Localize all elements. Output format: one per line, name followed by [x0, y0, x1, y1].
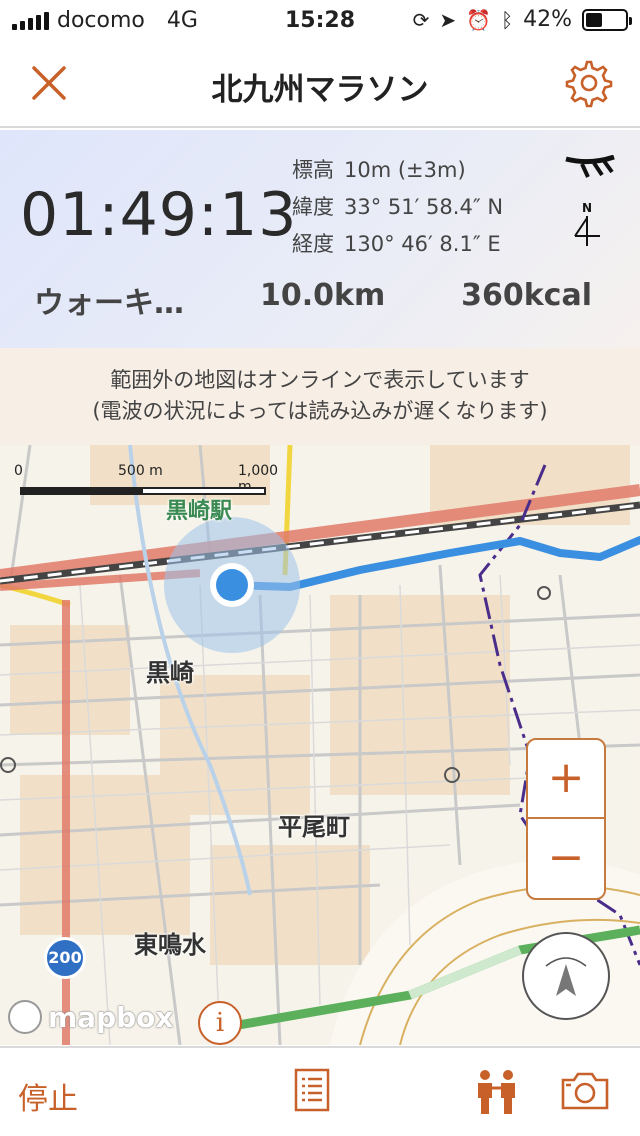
elapsed-time: 01:49:13	[20, 180, 298, 250]
people-icon[interactable]	[472, 1068, 522, 1116]
camera-icon[interactable]	[560, 1068, 610, 1112]
activity-type[interactable]: ウォーキ…	[34, 278, 184, 322]
page-title: 北九州マラソン	[211, 72, 429, 108]
zoom-in-button[interactable]: +	[528, 740, 604, 819]
rotation-lock-icon: ⟳	[412, 7, 430, 32]
latitude-value: 33° 51′ 58.4″ N	[344, 195, 504, 219]
offline-map-notice: 範囲外の地図はオンラインで表示しています (電波の状況によっては読み込みが遅くな…	[0, 348, 640, 445]
battery-percent: 42%	[523, 7, 572, 32]
mapbox-attribution[interactable]: mapbox	[8, 1000, 173, 1034]
longitude-label: 経度	[292, 232, 334, 256]
zoom-control: + −	[526, 738, 606, 900]
distance-value: 10.0km	[260, 278, 386, 313]
place-label-hiraomachi: 平尾町	[278, 813, 350, 841]
notice-line-2: (電波の状況によっては読み込みが遅くなります)	[92, 399, 548, 423]
compass-needle-icon	[545, 957, 587, 996]
bottom-toolbar: 停止	[0, 1046, 640, 1136]
tracking-info-panel: 01:49:13 標高 10m (±3m) 緯度 33° 51′ 58.4″ N 経…	[0, 130, 640, 348]
status-bar: docomo 4G 15:28 ⟳ ➤ ⏰ ᛒ 42%	[0, 0, 640, 40]
calories-value: 360kcal	[461, 278, 592, 313]
mapbox-logo-icon	[8, 1000, 42, 1034]
map-info-button[interactable]: i	[198, 1001, 242, 1045]
battery-icon	[582, 8, 632, 31]
gear-icon[interactable]	[564, 58, 614, 108]
route-number-badge: 200	[44, 937, 86, 979]
stats-row: ウォーキ… 10.0km 360kcal	[0, 278, 640, 328]
nav-bar: 北九州マラソン	[0, 40, 640, 128]
map-view[interactable]: 0 500 m 1,000 m 黒崎駅 黒崎 平尾町 東鳴水 200 + − m…	[0, 445, 640, 1045]
geo-readout: 標高 10m (±3m) 緯度 33° 51′ 58.4″ N 経度 130° 46′…	[292, 152, 503, 263]
notice-line-1: 範囲外の地図はオンラインで表示しています	[110, 368, 530, 392]
compass-letter: N	[582, 201, 592, 215]
place-label-kurosaki: 黒崎	[146, 659, 194, 687]
altitude-value: 10m (±3m)	[344, 158, 466, 182]
current-location-dot	[216, 569, 248, 601]
latitude-label: 緯度	[292, 195, 334, 219]
scale-bar: 0 500 m 1,000 m	[14, 463, 278, 503]
scale-label-500: 500 m	[118, 463, 163, 479]
longitude-value: 130° 46′ 8.1″ E	[344, 232, 501, 256]
alarm-icon: ⏰	[466, 7, 492, 32]
north-indicator-icon: N	[574, 201, 600, 246]
stop-button[interactable]: 停止	[18, 1074, 78, 1118]
location-arrow-icon: ➤	[439, 7, 457, 32]
mapbox-wordmark: mapbox	[48, 1000, 174, 1034]
place-label-station: 黒崎駅	[166, 499, 233, 524]
place-label-higashinarumizu: 東鳴水	[134, 931, 206, 959]
gps-signal-icon	[565, 155, 615, 178]
bluetooth-icon: ᛒ	[501, 7, 514, 32]
zoom-out-button[interactable]: −	[528, 820, 604, 899]
altitude-label: 標高	[292, 158, 334, 182]
list-icon[interactable]	[294, 1068, 330, 1112]
compass-button[interactable]	[522, 932, 610, 1020]
scale-label-0: 0	[14, 463, 23, 479]
